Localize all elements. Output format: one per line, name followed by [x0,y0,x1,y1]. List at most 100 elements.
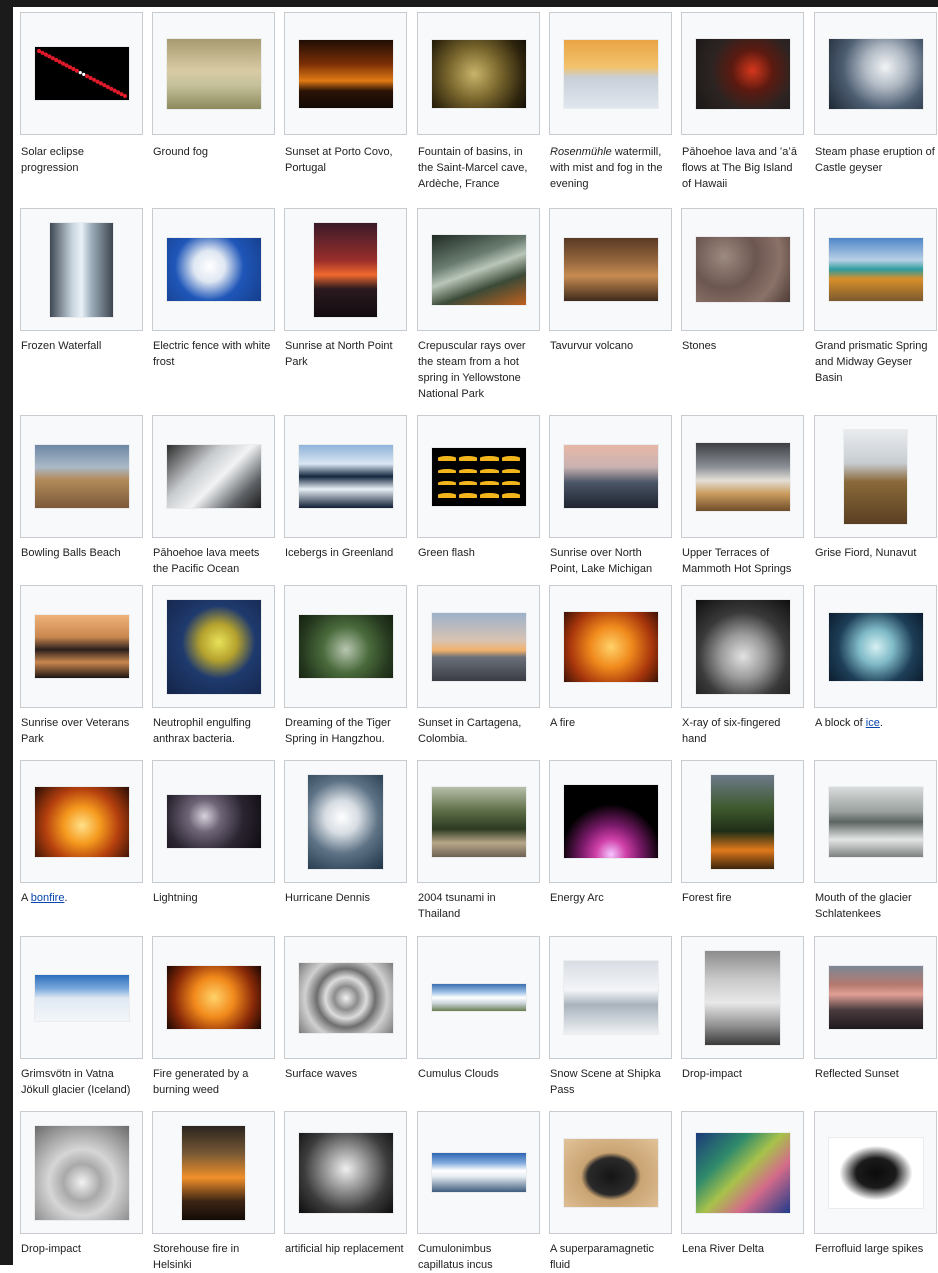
gallery-caption: Ferrofluid large spikes [815,1241,937,1257]
lava-ocean-thumbnail[interactable] [167,445,261,508]
tiger-spring-thumbnail[interactable] [299,615,393,678]
gallery-item: Grand prismatic Spring and Midway Geyser… [807,203,938,410]
gallery-caption: Grise Fiord, Nunavut [815,545,937,561]
gallery-item: A block of ice. [807,580,938,755]
neutrophil-thumbnail[interactable] [167,600,261,694]
thumbnail-frame [417,208,540,331]
gallery-caption: Sunset at Porto Covo, Portugal [285,144,407,176]
frost-fence-thumbnail[interactable] [167,238,261,301]
gallery-caption: Bowling Balls Beach [21,545,143,561]
surface-waves-thumbnail[interactable] [299,963,393,1033]
forest-fire-thumbnail[interactable] [711,775,774,869]
stones-thumbnail[interactable] [696,237,790,302]
thumbnail-frame [681,1111,804,1234]
caption-link[interactable]: ice [866,717,880,729]
bowling-balls-beach-thumbnail[interactable] [35,445,129,508]
thumbnail-frame [284,1111,407,1234]
gallery-item: Icebergs in Greenland [277,410,409,580]
caption-text: Sunrise over Veterans Park [21,717,130,745]
cumulus-clouds-thumbnail[interactable] [432,984,526,1011]
lava-flows-thumbnail[interactable] [696,39,790,109]
gallery-item: Snow Scene at Shipka Pass [542,931,674,1106]
mammoth-terraces-thumbnail[interactable] [696,443,790,511]
thumbnail-frame [152,12,275,135]
cave-basins-thumbnail[interactable] [432,40,526,108]
drop-impact-glass-thumbnail[interactable] [705,951,780,1045]
drop-impact-water-thumbnail[interactable] [35,1126,129,1220]
ice-block-thumbnail[interactable] [829,613,923,681]
bonfire-thumbnail[interactable] [35,787,129,857]
gallery-item: Stones [674,203,806,410]
thumbnail-frame [284,415,407,538]
shipka-pass-thumbnail[interactable] [564,961,658,1034]
caption-text: Cumulonimbus capillatus incus [418,1243,493,1271]
frozen-waterfall-thumbnail[interactable] [50,223,113,317]
tavurvur-volcano-thumbnail[interactable] [564,238,658,301]
thumbnail-frame [549,415,672,538]
ferrofluid-spikes-thumbnail[interactable] [829,1138,923,1208]
greenland-icebergs-thumbnail[interactable] [299,445,393,508]
hip-xray-thumbnail[interactable] [299,1133,393,1213]
gallery-caption: 2004 tsunami in Thailand [418,890,540,922]
lena-delta-thumbnail[interactable] [696,1133,790,1213]
caption-text: Mouth of the glacier Schlatenkees [815,892,912,920]
gallery-item: Tavurvur volcano [542,203,674,410]
glacier-mouth-thumbnail[interactable] [829,787,923,857]
gallery-item: Dreaming of the Tiger Spring in Hangzhou… [277,580,409,755]
ground-fog-thumbnail[interactable] [167,39,261,109]
caption-link[interactable]: bonfire [31,892,65,904]
gallery-caption: Fire generated by a burning weed [153,1066,275,1098]
porto-covo-sunset-thumbnail[interactable] [299,40,393,108]
grise-fiord-thumbnail[interactable] [844,430,907,524]
helsinki-fire-thumbnail[interactable] [182,1126,245,1220]
gallery-item: Rosenmühle watermill, with mist and fog … [542,7,674,203]
caption-text: A [21,892,28,904]
lightning-thumbnail[interactable] [167,795,261,848]
thumbnail-frame [814,208,937,331]
thumbnail-frame [20,208,143,331]
gallery-item: Frozen Waterfall [13,203,145,410]
thumbnail-frame [549,12,672,135]
thumbnail-frame [152,1111,275,1234]
thumbnail-frame [417,760,540,883]
burning-weed-thumbnail[interactable] [167,966,261,1029]
gallery-item: Cumulonimbus capillatus incus [410,1106,542,1271]
gallery-caption: A fire [550,715,672,731]
xray-hand-thumbnail[interactable] [696,600,790,694]
gallery-item: Storehouse fire in Helsinki [145,1106,277,1271]
grand-prismatic-thumbnail[interactable] [829,238,923,301]
thumbnail-frame [681,415,804,538]
gallery-item: Reflected Sunset [807,931,938,1106]
gallery-caption: Energy Arc [550,890,672,906]
thumbnail-frame [814,1111,937,1234]
watermill-mist-thumbnail[interactable] [564,40,658,108]
green-flash-thumbnail[interactable] [432,448,526,506]
caption-text: Pāhoehoe lava meets the Pacific Ocean [153,547,260,575]
castle-geyser-thumbnail[interactable] [829,39,923,109]
north-point-sunrise-thumbnail[interactable] [314,223,377,317]
lake-michigan-sunrise-thumbnail[interactable] [564,445,658,508]
gallery-item: Lena River Delta [674,1106,806,1266]
crepuscular-rays-thumbnail[interactable] [432,235,526,305]
hurricane-dennis-thumbnail[interactable] [308,775,383,869]
thumbnail-frame [549,585,672,708]
gallery-caption: A bonfire. [21,890,143,906]
tsunami-thumbnail[interactable] [432,787,526,857]
reflected-sunset-thumbnail[interactable] [829,966,923,1029]
caption-text: Upper Terraces of Mammoth Hot Springs [682,547,792,575]
superparamagnetic-fluid-thumbnail[interactable] [564,1139,658,1207]
cartagena-sunset-thumbnail[interactable] [432,613,526,681]
grimsvotn-thumbnail[interactable] [35,975,129,1021]
cumulonimbus-thumbnail[interactable] [432,1153,526,1192]
caption-text: Icebergs in Greenland [285,547,394,559]
thumbnail-frame [152,760,275,883]
solar-eclipse-thumbnail[interactable] [35,47,129,100]
veterans-park-sunrise-thumbnail[interactable] [35,615,129,678]
gallery-item: A bonfire. [13,755,145,931]
gallery-caption: Electric fence with white frost [153,338,275,370]
gallery-item: artificial hip replacement [277,1106,409,1266]
energy-arc-thumbnail[interactable] [564,785,658,858]
thumbnail-frame [20,936,143,1059]
fire-thumbnail[interactable] [564,612,658,682]
gallery-item: Fire generated by a burning weed [145,931,277,1106]
